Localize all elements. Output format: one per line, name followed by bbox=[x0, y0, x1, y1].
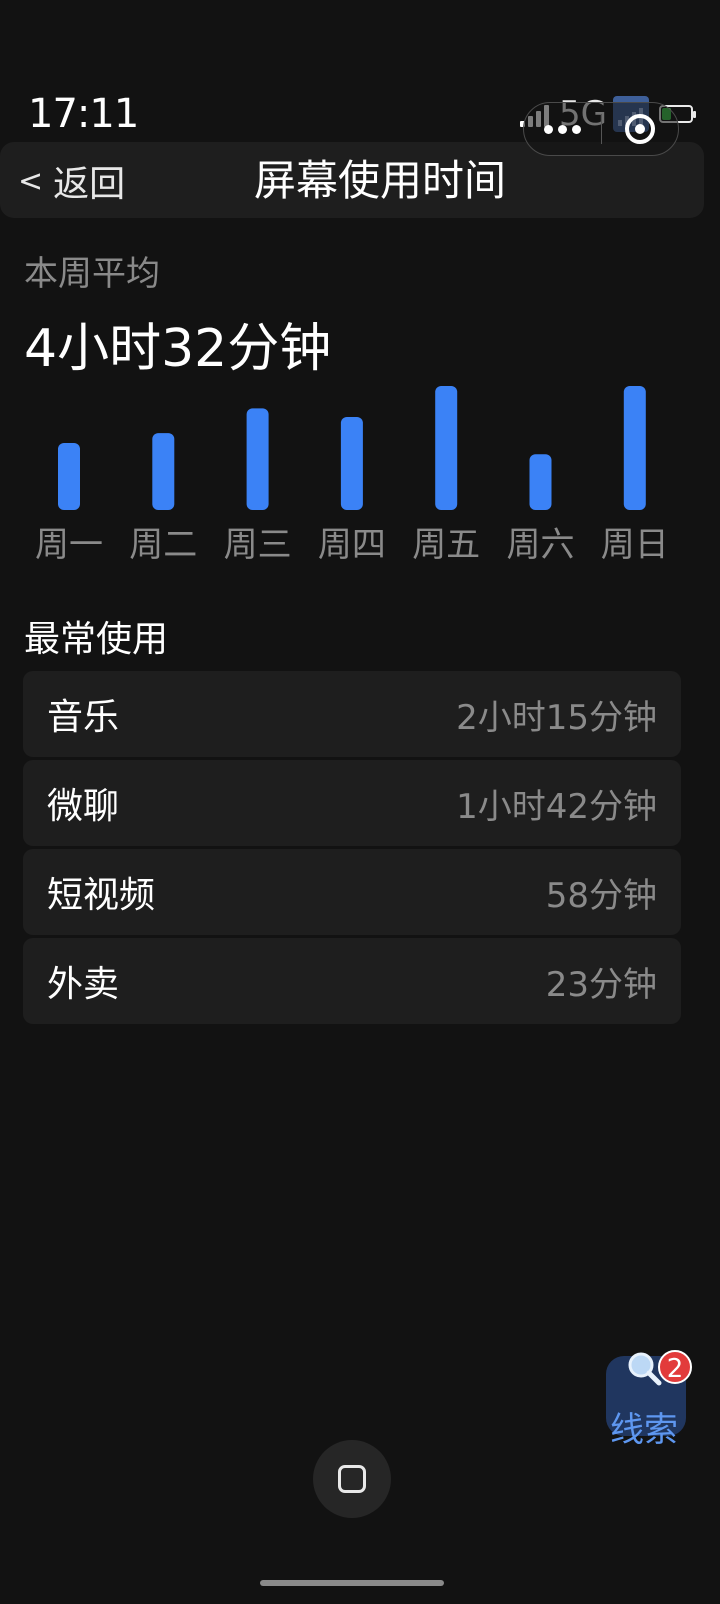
app-time: 1小时42分钟 bbox=[456, 786, 657, 827]
bar-3 bbox=[246, 408, 269, 510]
square-icon bbox=[338, 1465, 366, 1493]
app-time: 58分钟 bbox=[545, 875, 657, 916]
weekly-average-label: 本周平均 bbox=[24, 254, 160, 294]
app-row-chat[interactable]: 微聊 1小时42分钟 bbox=[23, 760, 681, 846]
more-dots-icon[interactable] bbox=[524, 103, 601, 155]
day-label: 周三 bbox=[224, 525, 292, 565]
bar-6 bbox=[529, 454, 552, 510]
app-name: 外卖 bbox=[47, 964, 120, 1005]
day-label: 周六 bbox=[507, 525, 575, 565]
app-name: 音乐 bbox=[47, 697, 120, 738]
bar-4 bbox=[340, 417, 363, 510]
clue-badge: 2 bbox=[658, 1350, 692, 1384]
app-usage-list: 音乐 2小时15分钟 微聊 1小时42分钟 短视频 58分钟 外卖 23分钟 bbox=[23, 671, 681, 1027]
most-used-title: 最常使用 bbox=[24, 619, 169, 660]
day-label: 周四 bbox=[318, 525, 386, 565]
day-label: 周五 bbox=[412, 525, 480, 565]
app-time: 23分钟 bbox=[545, 964, 657, 1005]
gesture-bar[interactable] bbox=[260, 1580, 444, 1586]
app-row-takeout[interactable]: 外卖 23分钟 bbox=[23, 938, 681, 1024]
app-name: 微聊 bbox=[47, 786, 120, 827]
home-button[interactable] bbox=[313, 1440, 391, 1518]
bar-5 bbox=[435, 386, 458, 510]
bar-7 bbox=[623, 386, 646, 510]
weekly-usage-chart: 周一 周二 周三 周四 周五 周六 周日 bbox=[35, 386, 669, 565]
close-target-icon[interactable] bbox=[602, 103, 678, 155]
app-row-short-video[interactable]: 短视频 58分钟 bbox=[23, 849, 681, 935]
bar-2 bbox=[152, 433, 175, 510]
magnifier-icon bbox=[628, 1352, 662, 1386]
status-time: 17:11 bbox=[28, 91, 139, 137]
day-label: 周一 bbox=[35, 525, 103, 565]
mini-program-capsule bbox=[523, 102, 679, 156]
app-name: 短视频 bbox=[47, 875, 156, 916]
day-label: 周日 bbox=[601, 525, 669, 565]
day-label: 周二 bbox=[129, 525, 197, 565]
page-title: 屏幕使用时间 bbox=[253, 156, 506, 205]
app-row-music[interactable]: 音乐 2小时15分钟 bbox=[23, 671, 681, 757]
bar-1 bbox=[58, 443, 80, 510]
app-time: 2小时15分钟 bbox=[456, 697, 657, 738]
clue-label: 线索 bbox=[610, 1410, 678, 1450]
